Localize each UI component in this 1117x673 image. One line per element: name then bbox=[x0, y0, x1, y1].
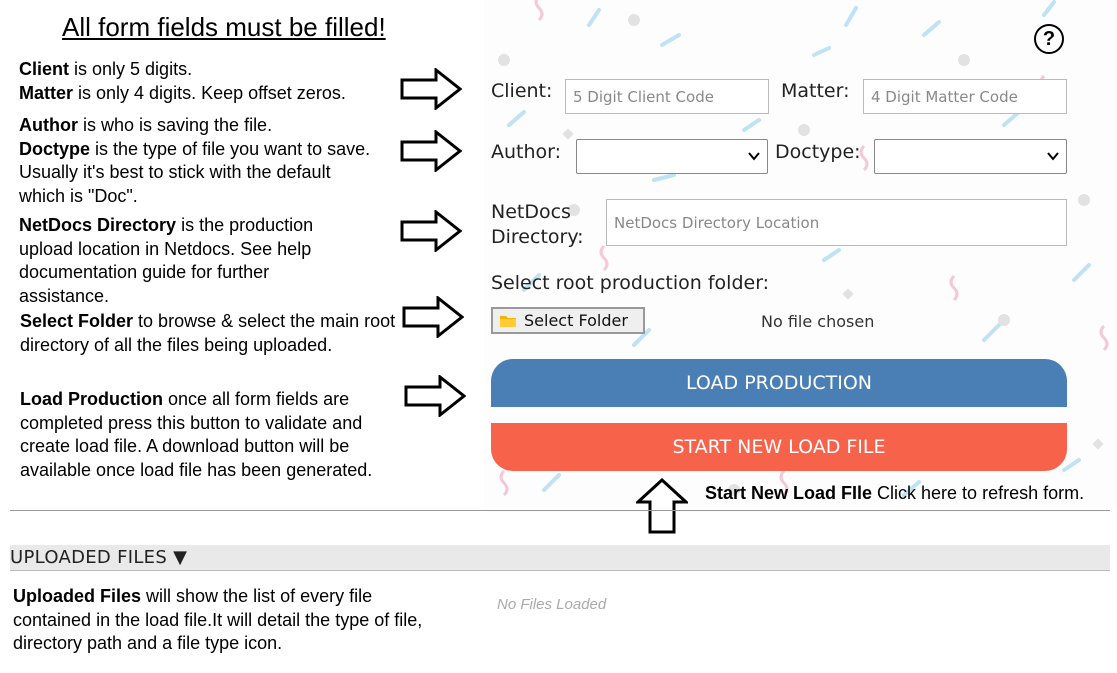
netdocs-label-line1: NetDocs bbox=[491, 201, 571, 223]
matter-input[interactable]: 4 Digit Matter Code bbox=[863, 79, 1067, 114]
matter-help-text: is only 4 digits. Keep offset zeros. bbox=[73, 82, 346, 103]
netdocs-help: NetDocs Directory is the production uplo… bbox=[19, 214, 349, 308]
right-arrow-icon bbox=[404, 375, 466, 417]
author-label: Author: bbox=[491, 141, 562, 163]
start-new-load-help: Start New Load FIle Click here to refres… bbox=[705, 482, 1105, 506]
load-production-button[interactable]: LOAD PRODUCTION bbox=[491, 359, 1067, 407]
select-folder-help-bold: Select Folder bbox=[20, 311, 134, 331]
uploaded-files-header: UPLOADED FILES ▼ bbox=[10, 547, 188, 568]
chevron-down-icon bbox=[748, 152, 760, 161]
client-help-text: is only 5 digits. bbox=[69, 59, 193, 79]
client-matter-help: Client is only 5 digits. Matter is only … bbox=[19, 58, 399, 105]
right-arrow-icon bbox=[400, 130, 462, 172]
uploaded-files-help: Uploaded Files will show the list of eve… bbox=[13, 585, 443, 656]
chevron-down-icon bbox=[1047, 152, 1059, 161]
select-folder-label: Select Folder bbox=[524, 311, 628, 330]
client-input[interactable]: 5 Digit Client Code bbox=[565, 79, 769, 114]
netdocs-label: NetDocs Directory: bbox=[491, 200, 584, 250]
netdocs-directory-input[interactable]: NetDocs Directory Location bbox=[606, 199, 1067, 246]
netdocs-label-line2: Directory: bbox=[491, 226, 584, 248]
no-file-chosen-text: No file chosen bbox=[761, 312, 875, 331]
start-new-load-file-button[interactable]: START NEW LOAD FILE bbox=[491, 423, 1067, 471]
load-production-help: Load Production once all form fields are… bbox=[20, 388, 385, 482]
load-help-bold: Load Production bbox=[20, 389, 163, 409]
root-folder-label: Select root production folder: bbox=[491, 272, 770, 294]
new-load-help-text: Click here to refresh form. bbox=[872, 483, 1085, 503]
matter-label: Matter: bbox=[781, 80, 850, 102]
right-arrow-icon bbox=[400, 210, 462, 252]
section-divider bbox=[10, 510, 1110, 511]
doctype-help-bold: Doctype bbox=[19, 138, 91, 159]
select-folder-button[interactable]: Select Folder bbox=[491, 307, 645, 334]
help-icon[interactable]: ? bbox=[1034, 24, 1064, 54]
right-arrow-icon bbox=[402, 296, 464, 338]
doctype-label: Doctype: bbox=[775, 141, 861, 163]
matter-help-bold: Matter bbox=[19, 82, 74, 103]
client-label: Client: bbox=[491, 80, 553, 102]
up-arrow-icon bbox=[636, 478, 688, 534]
page-title: All form fields must be filled! bbox=[62, 12, 386, 42]
new-load-help-bold: Start New Load FIle bbox=[705, 483, 873, 503]
client-help-bold: Client bbox=[19, 59, 70, 79]
right-arrow-icon bbox=[400, 68, 462, 110]
netdocs-help-bold: NetDocs Directory bbox=[19, 215, 177, 235]
author-select[interactable] bbox=[576, 139, 768, 174]
uploaded-files-toggle[interactable]: UPLOADED FILES ▼ bbox=[10, 545, 1110, 571]
author-help-text: is who is saving the file. bbox=[77, 115, 273, 135]
select-folder-help: Select Folder to browse & select the mai… bbox=[20, 310, 400, 357]
no-files-loaded-text: No Files Loaded bbox=[497, 596, 607, 613]
author-help-bold: Author bbox=[19, 115, 78, 135]
uploaded-help-bold: Uploaded Files bbox=[13, 586, 142, 606]
doctype-select[interactable] bbox=[874, 139, 1067, 174]
folder-icon bbox=[500, 316, 516, 327]
author-doctype-help: Author is who is saving the file. Doctyp… bbox=[19, 114, 379, 208]
